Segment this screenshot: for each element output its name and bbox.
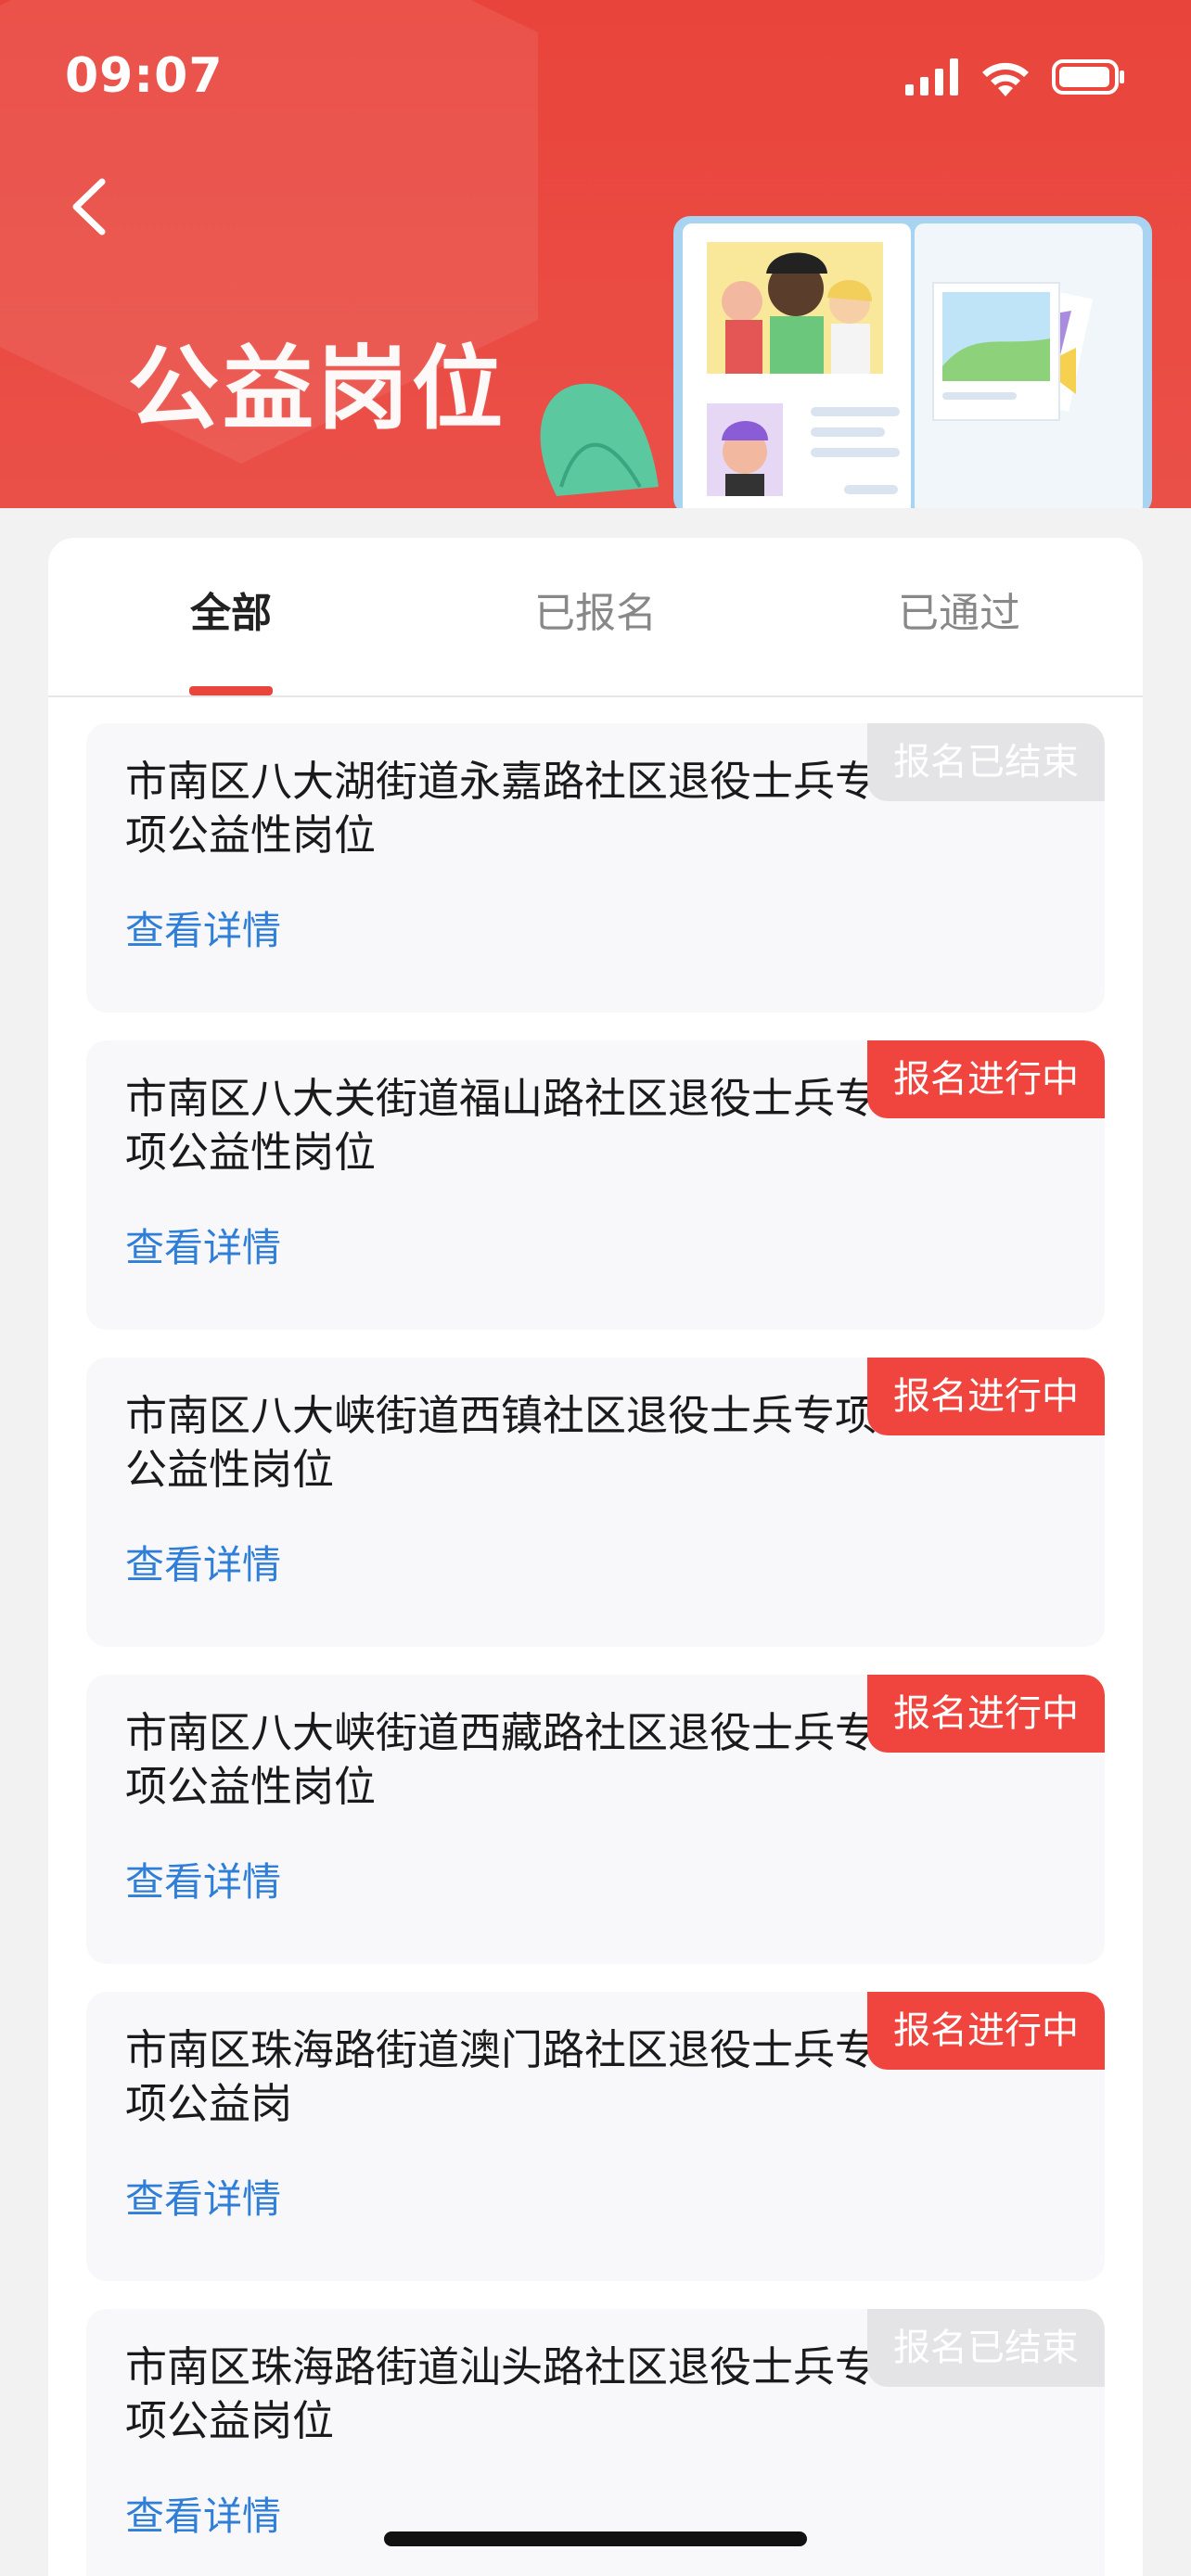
view-details-link[interactable]: 查看详情 — [125, 2174, 281, 2225]
tab-registered[interactable]: 已报名 — [475, 586, 716, 642]
job-card[interactable]: 市南区八大湖街道永嘉路社区退役士兵专项公益性岗位 查看详情 报名已结束 — [86, 723, 1105, 1013]
view-details-link[interactable]: 查看详情 — [125, 1856, 281, 1908]
job-card[interactable]: 市南区八大峡街道西镇社区退役士兵专项公益性岗位 查看详情 报名进行中 — [86, 1358, 1105, 1647]
content-panel: 全部 已报名 已通过 市南区八大湖街道永嘉路社区退役士兵专项公益性岗位 查看详情… — [48, 538, 1143, 2576]
tab-all[interactable]: 全部 — [110, 586, 352, 642]
job-title: 市南区珠海路街道澳门路社区退役士兵专项公益岗 — [125, 2025, 877, 2128]
header-illustration — [540, 216, 1152, 508]
status-badge: 报名已结束 — [867, 723, 1105, 801]
home-indicator — [384, 2531, 807, 2546]
status-icons — [905, 57, 1126, 96]
view-details-link[interactable]: 查看详情 — [125, 1222, 281, 1274]
battery-icon — [1052, 59, 1124, 95]
job-title: 市南区八大峡街道西藏路社区退役士兵专项公益性岗位 — [125, 1708, 877, 1811]
signal-icon — [905, 58, 958, 96]
job-title: 市南区八大峡街道西镇社区退役士兵专项公益性岗位 — [125, 1391, 877, 1494]
job-card[interactable]: 市南区珠海路街道澳门路社区退役士兵专项公益岗 查看详情 报名进行中 — [86, 1992, 1105, 2281]
tab-approved[interactable]: 已通过 — [839, 586, 1080, 642]
back-button[interactable] — [65, 174, 121, 239]
job-title: 市南区八大湖街道永嘉路社区退役士兵专项公益性岗位 — [125, 757, 877, 860]
status-badge: 报名进行中 — [867, 1040, 1105, 1118]
chevron-left-icon — [72, 178, 106, 236]
header: 09:07 公益岗位 — [0, 0, 1191, 508]
page-title: 公益岗位 — [128, 337, 507, 442]
job-card[interactable]: 市南区八大关街道福山路社区退役士兵专项公益性岗位 查看详情 报名进行中 — [86, 1040, 1105, 1330]
status-badge: 报名进行中 — [867, 1992, 1105, 2070]
job-card[interactable]: 市南区八大峡街道西藏路社区退役士兵专项公益性岗位 查看详情 报名进行中 — [86, 1675, 1105, 1964]
job-title: 市南区八大关街道福山路社区退役士兵专项公益性岗位 — [125, 1074, 877, 1177]
status-badge: 报名进行中 — [867, 1675, 1105, 1753]
view-details-link[interactable]: 查看详情 — [125, 905, 281, 957]
status-badge: 报名已结束 — [867, 2309, 1105, 2387]
wifi-icon — [982, 62, 1029, 96]
job-title: 市南区珠海路街道汕头路社区退役士兵专项公益岗位 — [125, 2342, 877, 2445]
tab-active-indicator — [189, 686, 273, 695]
status-badge: 报名进行中 — [867, 1358, 1105, 1435]
tab-bar: 全部 已报名 已通过 — [48, 538, 1143, 697]
status-time: 09:07 — [65, 48, 224, 104]
view-details-link[interactable]: 查看详情 — [125, 2491, 281, 2543]
view-details-link[interactable]: 查看详情 — [125, 1539, 281, 1591]
